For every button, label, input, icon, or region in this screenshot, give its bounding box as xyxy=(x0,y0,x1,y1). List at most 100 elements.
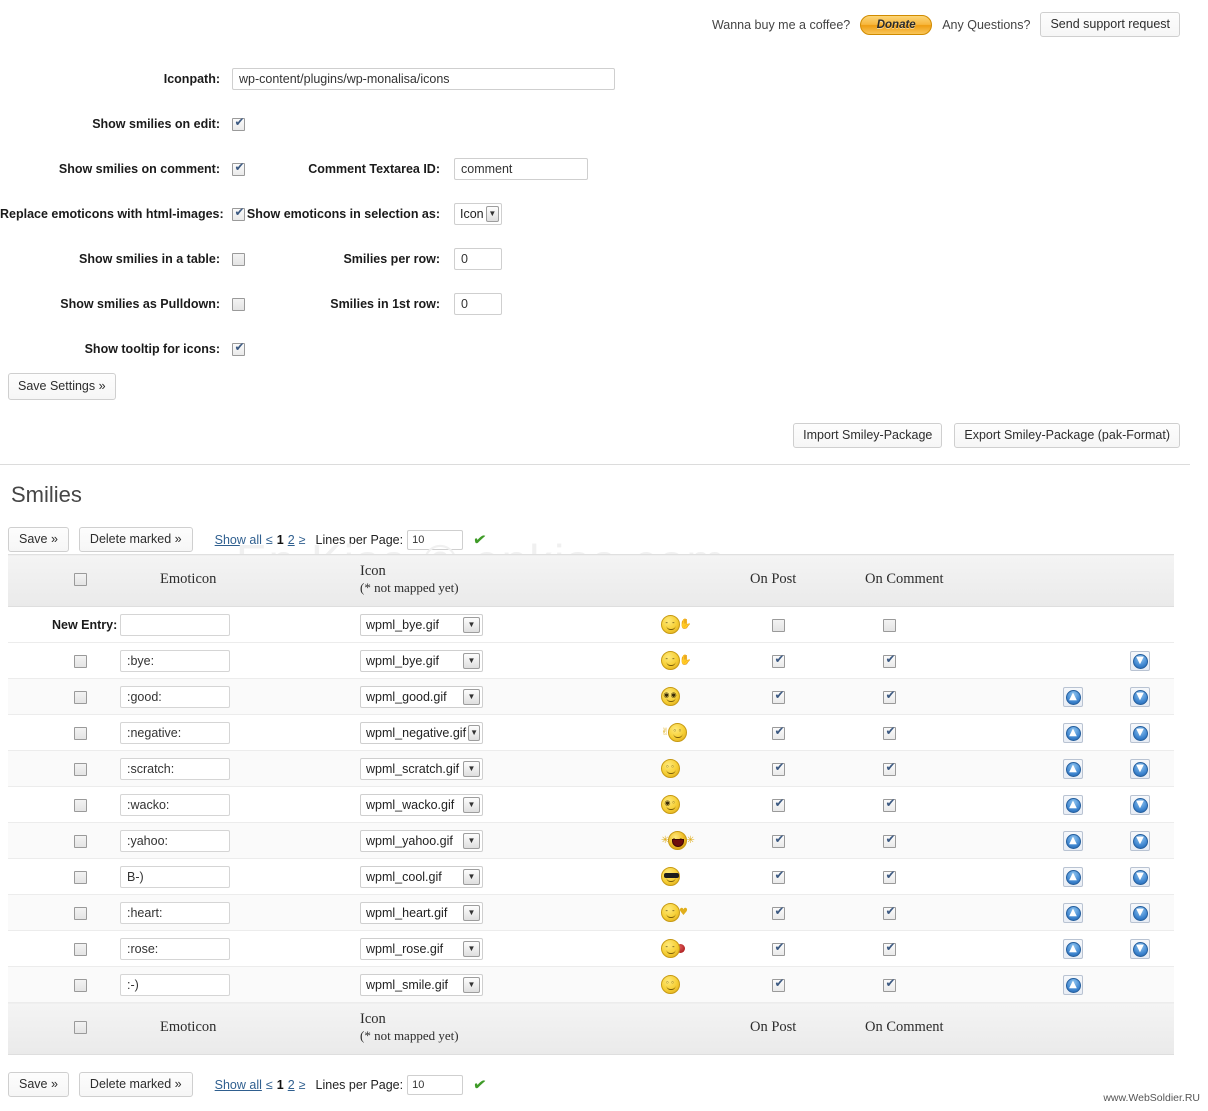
new-entry-on-post-checkbox[interactable] xyxy=(772,618,785,632)
move-down-button[interactable]: ▼ xyxy=(1129,794,1150,815)
row-select-checkbox[interactable] xyxy=(74,870,87,884)
row-emoticon-input[interactable] xyxy=(120,757,230,780)
next-page-link-top[interactable]: ≥ xyxy=(299,533,306,547)
row-on-comment-checkbox[interactable] xyxy=(883,653,897,668)
row-icon-select[interactable]: wpml_wacko.gif ▼ xyxy=(360,793,483,816)
iconpath-input[interactable] xyxy=(232,67,615,90)
row-select-checkbox[interactable] xyxy=(74,726,87,740)
row-icon-select[interactable]: wpml_scratch.gif ▼ xyxy=(360,757,483,780)
row-on-comment-checkbox[interactable] xyxy=(883,797,897,812)
lines-per-page-input-bottom[interactable] xyxy=(407,1074,464,1095)
new-entry-on-comment-checkbox[interactable] xyxy=(883,618,896,632)
row-select-checkbox[interactable] xyxy=(74,978,87,992)
row-on-post-checkbox[interactable] xyxy=(772,977,786,992)
row-on-comment-checkbox[interactable] xyxy=(883,869,897,884)
selection-as-select[interactable]: Icon ▼ xyxy=(454,202,502,225)
delete-marked-button-top[interactable]: Delete marked » xyxy=(78,527,193,552)
lines-per-page-input-top[interactable] xyxy=(407,529,464,550)
move-down-button[interactable]: ▼ xyxy=(1129,758,1150,779)
row-on-comment-checkbox[interactable] xyxy=(883,941,897,956)
move-up-button[interactable]: ▲ xyxy=(1062,866,1083,887)
row-on-post-checkbox[interactable] xyxy=(772,941,786,956)
move-down-button[interactable]: ▼ xyxy=(1129,938,1150,959)
row-emoticon-input[interactable] xyxy=(120,685,230,708)
row-select-checkbox[interactable] xyxy=(74,834,87,848)
row-select-checkbox[interactable] xyxy=(74,942,87,956)
page-2-link-bottom[interactable]: 2 xyxy=(288,1078,295,1092)
row-icon-select[interactable]: wpml_heart.gif ▼ xyxy=(360,901,483,924)
row-on-comment-checkbox[interactable] xyxy=(883,905,897,920)
donate-button[interactable]: Donate xyxy=(860,14,933,35)
move-down-button[interactable]: ▼ xyxy=(1129,722,1150,743)
show-smilies-on-edit-checkbox[interactable] xyxy=(232,116,246,131)
move-down-button[interactable]: ▼ xyxy=(1129,650,1150,671)
prev-page-link-top[interactable]: ≤ xyxy=(266,533,273,547)
row-select-checkbox[interactable] xyxy=(74,690,87,704)
move-up-button[interactable]: ▲ xyxy=(1062,686,1083,707)
smilies-first-row-input[interactable] xyxy=(454,292,502,315)
show-as-pulldown-checkbox[interactable] xyxy=(232,297,245,311)
send-support-request-button[interactable]: Send support request xyxy=(1040,12,1180,37)
row-on-post-checkbox[interactable] xyxy=(772,689,786,704)
move-up-button[interactable]: ▲ xyxy=(1062,902,1083,923)
save-settings-button[interactable]: Save Settings » xyxy=(8,373,116,400)
row-icon-select[interactable]: wpml_bye.gif ▼ xyxy=(360,649,483,672)
row-on-post-checkbox[interactable] xyxy=(772,797,786,812)
row-select-checkbox[interactable] xyxy=(74,906,87,920)
smilies-per-row-input[interactable] xyxy=(454,247,502,270)
move-down-button[interactable]: ▼ xyxy=(1129,902,1150,923)
move-up-button[interactable]: ▲ xyxy=(1062,830,1083,851)
row-select-checkbox[interactable] xyxy=(74,762,87,776)
row-on-post-checkbox[interactable] xyxy=(772,833,786,848)
new-entry-icon-select[interactable]: wpml_bye.gif ▼ xyxy=(360,613,483,636)
row-on-post-checkbox[interactable] xyxy=(772,869,786,884)
save-button-bottom[interactable]: Save » xyxy=(8,1072,69,1097)
row-icon-select[interactable]: wpml_yahoo.gif ▼ xyxy=(360,829,483,852)
move-up-button[interactable]: ▲ xyxy=(1062,974,1083,995)
row-emoticon-input[interactable] xyxy=(120,865,230,888)
apply-checkmark-icon-top[interactable]: ✔ xyxy=(472,529,488,550)
move-down-button[interactable]: ▼ xyxy=(1129,686,1150,707)
show-tooltip-checkbox[interactable] xyxy=(232,341,246,356)
row-on-comment-checkbox[interactable] xyxy=(883,977,897,992)
comment-textarea-id-input[interactable] xyxy=(454,157,588,180)
select-all-checkbox-bottom[interactable] xyxy=(74,1021,87,1035)
row-emoticon-input[interactable] xyxy=(120,901,230,924)
row-on-post-checkbox[interactable] xyxy=(772,653,786,668)
apply-checkmark-icon-bottom[interactable]: ✔ xyxy=(472,1074,488,1095)
move-up-button[interactable]: ▲ xyxy=(1062,794,1083,815)
show-smilies-on-comment-checkbox[interactable] xyxy=(232,161,246,176)
row-on-post-checkbox[interactable] xyxy=(772,905,786,920)
import-smiley-package-button[interactable]: Import Smiley-Package xyxy=(793,423,943,448)
row-icon-select[interactable]: wpml_negative.gif ▼ xyxy=(360,721,483,744)
row-icon-select[interactable]: wpml_good.gif ▼ xyxy=(360,685,483,708)
row-icon-select[interactable]: wpml_smile.gif ▼ xyxy=(360,973,483,996)
row-emoticon-input[interactable] xyxy=(120,937,230,960)
export-smiley-package-button[interactable]: Export Smiley-Package (pak-Format) xyxy=(954,423,1180,448)
replace-emoticons-checkbox[interactable] xyxy=(232,206,246,221)
show-all-link-bottom[interactable]: Show all xyxy=(215,1078,262,1092)
show-all-link-top[interactable]: Show all xyxy=(215,533,262,547)
page-2-link-top[interactable]: 2 xyxy=(288,533,295,547)
prev-page-link-bottom[interactable]: ≤ xyxy=(266,1078,273,1092)
move-down-button[interactable]: ▼ xyxy=(1129,866,1150,887)
move-up-button[interactable]: ▲ xyxy=(1062,938,1083,959)
row-emoticon-input[interactable] xyxy=(120,721,230,744)
row-emoticon-input[interactable] xyxy=(120,973,230,996)
row-on-comment-checkbox[interactable] xyxy=(883,833,897,848)
row-on-comment-checkbox[interactable] xyxy=(883,689,897,704)
row-on-comment-checkbox[interactable] xyxy=(883,761,897,776)
row-select-checkbox[interactable] xyxy=(74,654,87,668)
row-on-post-checkbox[interactable] xyxy=(772,725,786,740)
row-icon-select[interactable]: wpml_rose.gif ▼ xyxy=(360,937,483,960)
show-in-table-checkbox[interactable] xyxy=(232,252,245,266)
row-emoticon-input[interactable] xyxy=(120,649,230,672)
row-emoticon-input[interactable] xyxy=(120,829,230,852)
delete-marked-button-bottom[interactable]: Delete marked » xyxy=(78,1072,193,1097)
move-up-button[interactable]: ▲ xyxy=(1062,722,1083,743)
next-page-link-bottom[interactable]: ≥ xyxy=(299,1078,306,1092)
row-select-checkbox[interactable] xyxy=(74,798,87,812)
row-icon-select[interactable]: wpml_cool.gif ▼ xyxy=(360,865,483,888)
select-all-checkbox-top[interactable] xyxy=(74,573,87,587)
new-entry-emoticon-input[interactable] xyxy=(120,613,230,636)
